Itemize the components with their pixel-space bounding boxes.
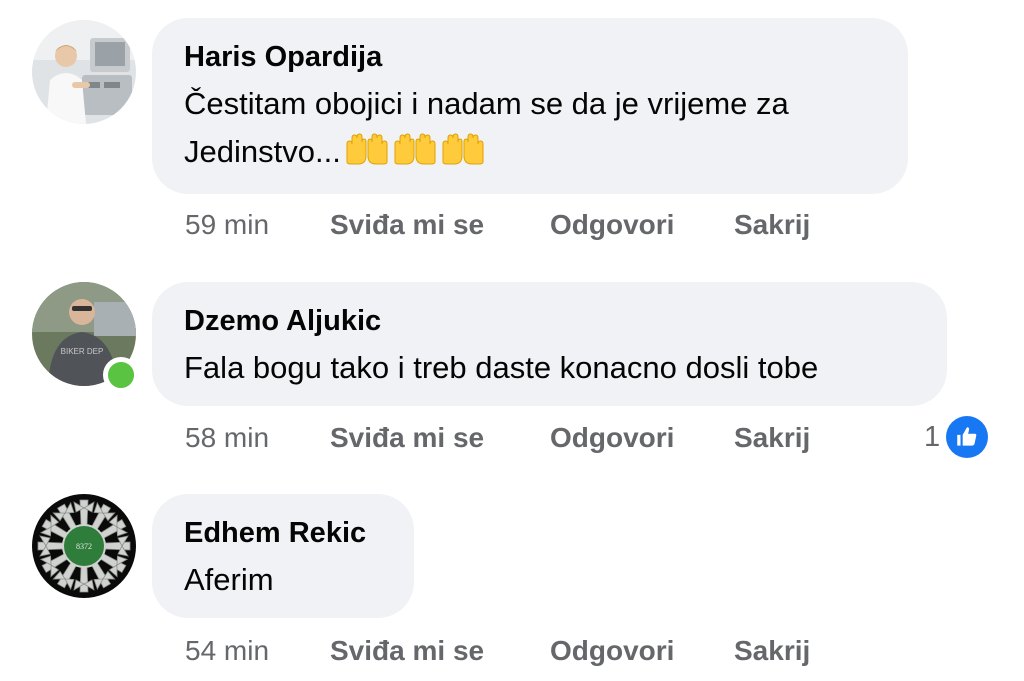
- comment-text-line: Jedinstvo...: [184, 134, 341, 169]
- like-button[interactable]: Sviđa mi se: [330, 208, 484, 242]
- hide-button[interactable]: Sakrij: [734, 208, 810, 242]
- svg-text:BIKER DEP: BIKER DEP: [61, 347, 104, 356]
- raising-hands-emoji-icon: [442, 133, 484, 165]
- online-status-indicator: [103, 357, 139, 393]
- like-button[interactable]: Sviđa mi se: [330, 421, 484, 455]
- comment-bubble: Dzemo Aljukic Fala bogu tako i treb dast…: [152, 282, 947, 406]
- reaction-summary[interactable]: 1: [924, 416, 989, 458]
- comment-timestamp[interactable]: 59 min: [185, 208, 269, 242]
- comment-bubble: Edhem Rekic Aferim: [152, 494, 414, 618]
- like-button[interactable]: Sviđa mi se: [330, 634, 484, 668]
- raising-hands-emoji-icon: [394, 133, 436, 165]
- like-thumb-icon: [946, 416, 989, 458]
- comment-text-line: Čestitam obojici i nadam se da je vrijem…: [184, 86, 789, 121]
- svg-text:8372: 8372: [76, 542, 92, 551]
- emoji-group: [343, 132, 487, 180]
- snowflake-emblem-avatar-icon: 8372: [32, 494, 136, 598]
- comment-author[interactable]: Dzemo Aljukic: [184, 304, 915, 338]
- comment-bubble: Haris Opardija Čestitam obojici i nadam …: [152, 18, 908, 194]
- reply-button[interactable]: Odgovori: [550, 208, 674, 242]
- comment-author[interactable]: Edhem Rekic: [184, 516, 382, 550]
- reaction-count: 1: [924, 420, 941, 453]
- avatar-photo-icon: [32, 20, 136, 124]
- comment-text: Čestitam obojici i nadam se da je vrijem…: [184, 80, 876, 180]
- reply-button[interactable]: Odgovori: [550, 421, 674, 455]
- hide-button[interactable]: Sakrij: [734, 634, 810, 668]
- comment-text: Aferim: [184, 562, 274, 597]
- avatar[interactable]: [32, 20, 136, 124]
- hide-button[interactable]: Sakrij: [734, 421, 810, 455]
- comment-author[interactable]: Haris Opardija: [184, 40, 876, 74]
- comment-text: Fala bogu tako i treb daste konacno dosl…: [184, 350, 819, 385]
- reply-button[interactable]: Odgovori: [550, 634, 674, 668]
- comment-timestamp[interactable]: 58 min: [185, 421, 269, 455]
- raising-hands-emoji-icon: [346, 133, 388, 165]
- comment-timestamp[interactable]: 54 min: [185, 634, 269, 668]
- avatar[interactable]: 8372: [32, 494, 136, 598]
